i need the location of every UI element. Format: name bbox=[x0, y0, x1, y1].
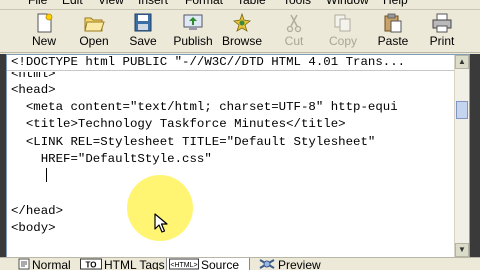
toolbar: New Open Save Publish Browse Cut Copy Pa… bbox=[0, 10, 480, 53]
menu-table[interactable]: Table bbox=[237, 0, 266, 8]
source-editor[interactable]: <!DOCTYPE html PUBLIC "-//W3C//DTD HTML … bbox=[6, 54, 470, 258]
code-line: <head> bbox=[11, 83, 56, 97]
scrollbar-thumb[interactable] bbox=[456, 101, 468, 119]
text-caret bbox=[46, 168, 47, 182]
scissors-icon bbox=[286, 14, 302, 33]
code-line: HREF="DefaultStyle.css" bbox=[11, 152, 212, 166]
code-line: <title>Technology Taskforce Minutes</tit… bbox=[11, 117, 346, 131]
paste-button[interactable]: Paste bbox=[378, 10, 408, 52]
menu-bar: File Edit View Insert Format Table Tools… bbox=[0, 0, 480, 10]
save-disk-icon bbox=[134, 13, 152, 32]
tab-source[interactable]: <HTML> Source bbox=[166, 258, 250, 270]
print-button-label: Print bbox=[429, 34, 455, 48]
tab-preview-label: Preview bbox=[278, 258, 321, 270]
code-line: </head> bbox=[11, 204, 64, 218]
normal-view-icon bbox=[18, 258, 30, 270]
tab-html-tags-label: HTML Tags bbox=[104, 258, 165, 270]
open-button[interactable]: Open bbox=[79, 10, 109, 52]
browse-button[interactable]: Browse bbox=[222, 10, 262, 52]
tab-normal-label: Normal bbox=[32, 258, 71, 270]
svg-text:<HTML>: <HTML> bbox=[170, 262, 197, 269]
menu-file[interactable]: File bbox=[28, 0, 47, 8]
menu-edit[interactable]: Edit bbox=[62, 0, 83, 8]
mouse-pointer-icon bbox=[154, 213, 168, 233]
editor-divider bbox=[7, 70, 455, 71]
tab-html-tags[interactable]: TO HTML Tags bbox=[78, 258, 165, 270]
browse-sparkle-icon bbox=[233, 13, 251, 32]
app-window: File Edit View Insert Format Table Tools… bbox=[0, 0, 480, 270]
new-page-icon bbox=[37, 13, 53, 33]
publish-button[interactable]: Publish bbox=[173, 10, 213, 52]
code-line: <LINK REL=Stylesheet TITLE="Default Styl… bbox=[11, 135, 376, 149]
tags-view-icon: TO bbox=[80, 258, 102, 270]
menu-tools[interactable]: Tools bbox=[283, 0, 311, 8]
code-line: <meta content="text/html; charset=UTF-8"… bbox=[11, 100, 398, 114]
tab-preview[interactable]: Preview bbox=[256, 258, 330, 270]
menu-help[interactable]: Help bbox=[383, 0, 408, 8]
menu-window[interactable]: Window bbox=[326, 0, 369, 8]
open-folder-icon bbox=[84, 17, 105, 32]
tab-normal[interactable]: Normal bbox=[16, 258, 72, 270]
clipboard-icon bbox=[384, 13, 402, 33]
window-right-edge bbox=[470, 54, 480, 270]
save-button[interactable]: Save bbox=[129, 10, 157, 52]
menu-view[interactable]: View bbox=[98, 0, 124, 8]
cut-button[interactable]: Cut bbox=[282, 10, 306, 52]
printer-icon bbox=[432, 13, 452, 33]
source-code: <!DOCTYPE html PUBLIC "-//W3C//DTD HTML … bbox=[11, 55, 405, 237]
menu-format[interactable]: Format bbox=[185, 0, 223, 8]
copy-pages-icon bbox=[334, 14, 351, 32]
new-button[interactable]: New bbox=[32, 10, 56, 52]
tab-source-label: Source bbox=[201, 258, 240, 270]
view-tabs: Normal TO HTML Tags <HTML> Source Previe… bbox=[0, 257, 480, 270]
vertical-scrollbar[interactable]: ▲ ▼ bbox=[454, 55, 469, 257]
preview-view-icon bbox=[259, 259, 275, 269]
print-button[interactable]: Print bbox=[430, 10, 454, 52]
code-line: <body> bbox=[11, 221, 56, 235]
scroll-up-arrow-icon[interactable]: ▲ bbox=[455, 55, 469, 69]
menu-insert[interactable]: Insert bbox=[138, 0, 168, 8]
code-line: <!DOCTYPE html PUBLIC "-//W3C//DTD HTML … bbox=[11, 55, 406, 69]
scroll-down-arrow-icon[interactable]: ▼ bbox=[455, 243, 469, 257]
copy-button[interactable]: Copy bbox=[329, 10, 357, 52]
publish-icon bbox=[183, 14, 203, 30]
svg-text:TO: TO bbox=[86, 261, 97, 270]
source-view-icon: <HTML> bbox=[169, 258, 199, 270]
